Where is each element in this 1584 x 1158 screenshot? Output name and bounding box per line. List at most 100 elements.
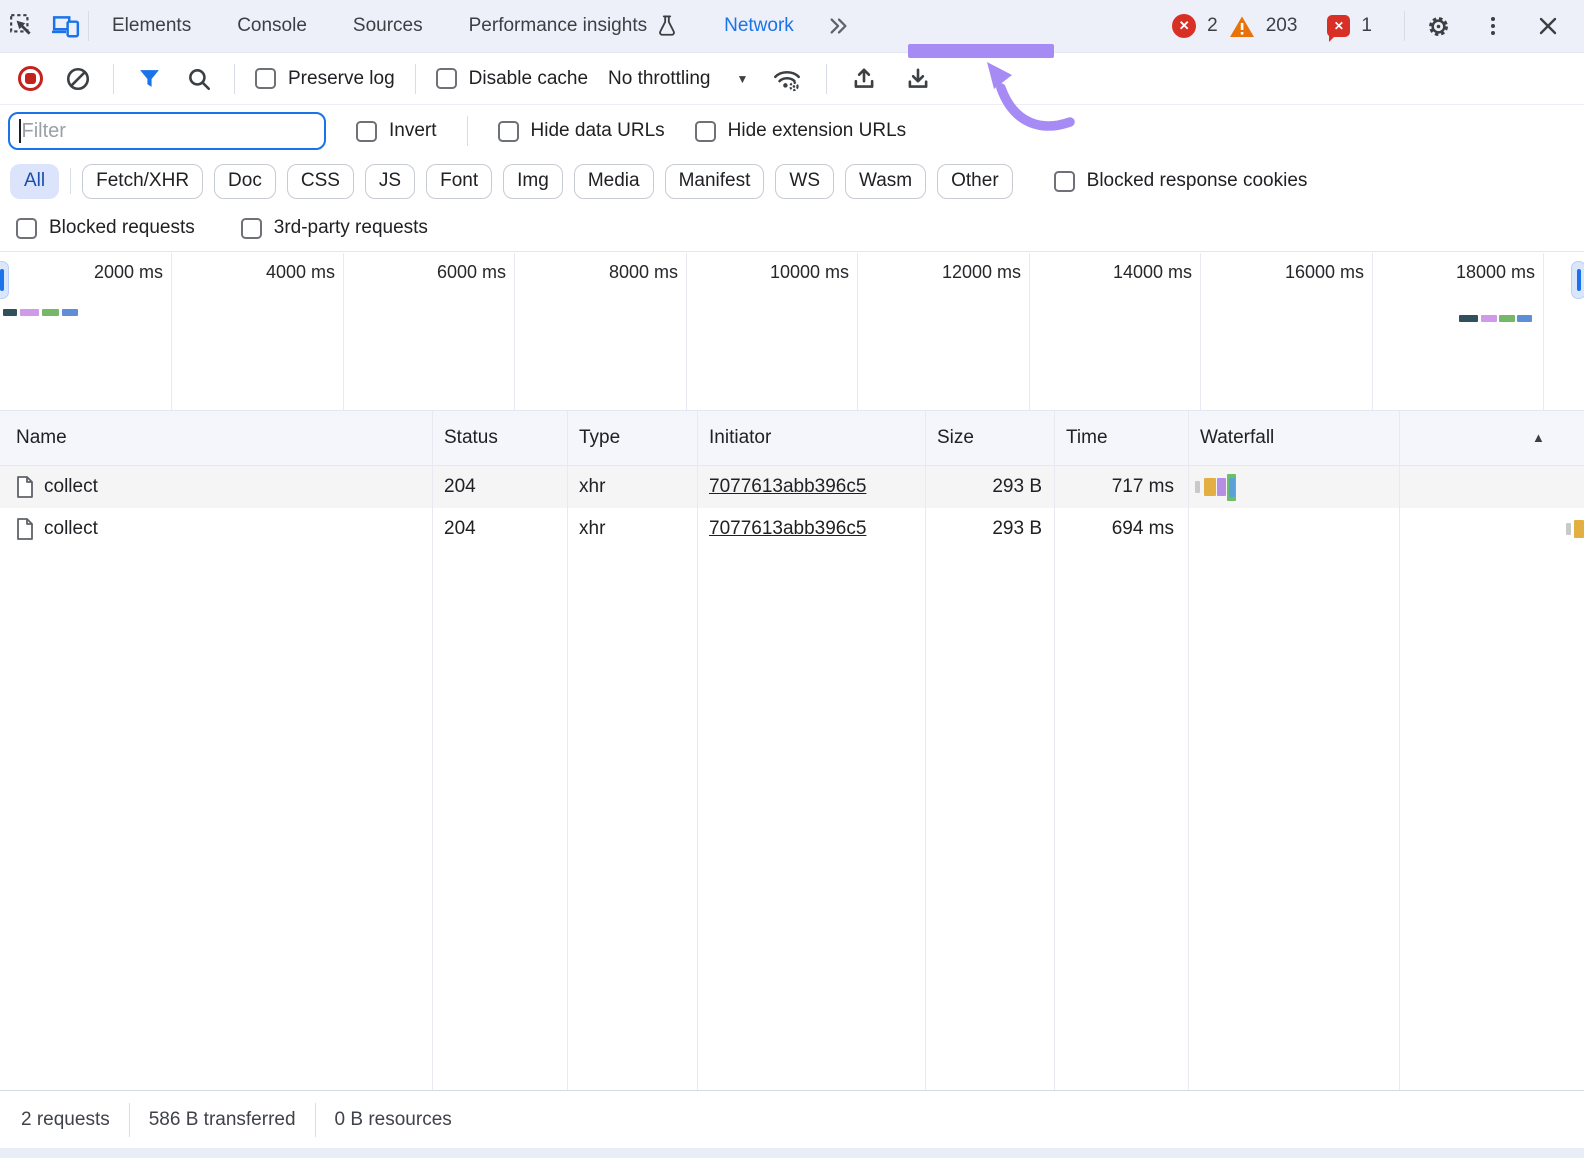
devtools-tab-bar: Elements Console Sources Performance ins… [0, 0, 1584, 53]
network-overview-timeline[interactable]: 2000 ms 4000 ms 6000 ms 8000 ms 10000 ms… [0, 253, 1584, 411]
filter-chip-manifest[interactable]: Manifest [664, 163, 765, 199]
blocked-requests-checkbox[interactable]: Blocked requests [16, 217, 195, 239]
warning-triangle-icon [1229, 16, 1254, 37]
filter-chip-other[interactable]: Other [937, 163, 1013, 199]
hide-extension-urls-checkbox[interactable]: Hide extension URLs [694, 120, 906, 142]
overview-left-handle[interactable] [0, 261, 9, 299]
waterfall-gridline [1399, 411, 1400, 1091]
column-separator[interactable] [925, 411, 926, 1091]
error-count[interactable]: 2 [1207, 15, 1218, 37]
overview-right-handle[interactable] [1571, 261, 1584, 299]
filter-chip-all[interactable]: All [10, 163, 60, 199]
column-header-name[interactable]: Name [16, 411, 67, 465]
preserve-log-checkbox[interactable]: Preserve log [255, 68, 395, 90]
filter-toggle-button[interactable] [134, 57, 164, 101]
tab-network[interactable]: Network [701, 0, 817, 52]
clear-icon [66, 67, 90, 90]
divider [70, 168, 72, 194]
column-header-waterfall[interactable]: Waterfall [1200, 411, 1274, 465]
network-conditions-button[interactable] [768, 57, 806, 101]
tab-performance-insights[interactable]: Performance insights [446, 0, 701, 52]
checkbox-box[interactable] [240, 217, 262, 239]
close-devtools-button[interactable] [1526, 4, 1570, 48]
column-separator[interactable] [697, 411, 698, 1091]
filter-chip-doc[interactable]: Doc [214, 163, 276, 199]
overview-request-bar [1481, 315, 1497, 322]
filter-chip-media[interactable]: Media [573, 163, 654, 199]
issues-icon[interactable]: ✕ [1327, 15, 1351, 42]
throttling-value: No throttling [608, 67, 711, 89]
column-header-initiator[interactable]: Initiator [709, 411, 771, 465]
filter-chip-font[interactable]: Font [426, 163, 493, 199]
divider [826, 63, 828, 94]
column-separator[interactable] [567, 411, 568, 1091]
timeline-gridline [1029, 253, 1030, 410]
tab-sources[interactable]: Sources [330, 0, 446, 52]
resources-size: 0 B resources [334, 1108, 452, 1130]
network-toolbar: Preserve log Disable cache No throttling… [0, 53, 1584, 105]
filter-chip-js[interactable]: JS [364, 163, 416, 199]
filter-chip-img[interactable]: Img [503, 163, 563, 199]
import-har-button[interactable] [901, 57, 935, 101]
error-icon[interactable]: ✕ [1172, 14, 1197, 38]
waterfall-bar [1566, 523, 1571, 535]
blocked-requests-label: Blocked requests [49, 217, 195, 238]
settings-button[interactable] [1416, 4, 1460, 48]
warning-count[interactable]: 203 [1266, 15, 1298, 37]
sort-arrow-icon[interactable]: ▲ [1532, 411, 1545, 465]
filter-input[interactable]: Filter [8, 112, 326, 150]
waterfall-bar [1204, 478, 1216, 496]
filter-chip-css[interactable]: CSS [286, 163, 354, 199]
timeline-gridline [686, 253, 687, 410]
checkbox-box[interactable] [16, 217, 37, 239]
checkbox-box[interactable] [255, 68, 276, 89]
column-separator[interactable] [1054, 411, 1055, 1091]
column-separator[interactable] [432, 411, 433, 1091]
column-header-size[interactable]: Size [937, 411, 974, 465]
request-row[interactable]: collect 204 xhr 7077613abb396c5 293 B 69… [0, 508, 1584, 550]
hide-data-urls-checkbox[interactable]: Hide data URLs [497, 120, 665, 142]
disable-cache-checkbox[interactable]: Disable cache [435, 68, 588, 90]
checkbox-box[interactable] [1053, 170, 1075, 192]
warning-icon[interactable] [1229, 15, 1255, 38]
timeline-gridline [1543, 253, 1544, 410]
filter-chip-ws[interactable]: WS [775, 163, 834, 199]
more-tabs-button[interactable] [817, 4, 861, 48]
inspect-element-button[interactable] [0, 4, 44, 48]
download-icon [908, 67, 928, 88]
filter-chip-fetch-xhr[interactable]: Fetch/XHR [82, 163, 204, 199]
checkbox-box[interactable] [497, 120, 519, 142]
issue-count[interactable]: 1 [1361, 15, 1372, 37]
device-toolbar-button[interactable] [44, 4, 88, 48]
invert-checkbox[interactable]: Invert [356, 120, 437, 142]
preserve-log-label: Preserve log [288, 67, 395, 89]
search-button[interactable] [184, 57, 214, 101]
timeline-gridline [1200, 253, 1201, 410]
timeline-tick: 6000 ms [436, 262, 506, 282]
checkbox-box[interactable] [435, 68, 457, 89]
checkbox-box[interactable] [356, 120, 377, 142]
inspect-icon [10, 14, 31, 35]
throttling-select[interactable]: No throttling ▼ [608, 68, 748, 90]
blocked-response-cookies-checkbox[interactable]: Blocked response cookies [1053, 170, 1307, 192]
timeline-gridline [857, 253, 858, 410]
request-initiator-link[interactable]: 7077613abb396c5 [709, 466, 866, 508]
column-header-type[interactable]: Type [579, 411, 620, 465]
request-size: 293 B [992, 476, 1042, 497]
clear-network-log-button[interactable] [63, 57, 93, 101]
request-initiator-link[interactable]: 7077613abb396c5 [709, 508, 866, 550]
export-har-button[interactable] [847, 57, 881, 101]
overview-request-bar [1517, 315, 1532, 322]
tab-elements[interactable]: Elements [89, 0, 214, 52]
column-header-time[interactable]: Time [1066, 411, 1108, 465]
tab-console[interactable]: Console [214, 0, 330, 52]
resource-type-filter-row: All Fetch/XHR Doc CSS JS Font Img Media … [0, 157, 1584, 205]
record-network-log-button[interactable] [18, 66, 43, 91]
checkbox-box[interactable] [694, 120, 716, 142]
filter-chip-wasm[interactable]: Wasm [845, 163, 927, 199]
third-party-requests-checkbox[interactable]: 3rd-party requests [240, 217, 428, 239]
request-row[interactable]: collect 204 xhr 7077613abb396c5 293 B 71… [0, 466, 1584, 508]
column-header-status[interactable]: Status [444, 411, 498, 465]
column-separator[interactable] [1188, 411, 1189, 1091]
more-options-button[interactable] [1471, 4, 1515, 48]
